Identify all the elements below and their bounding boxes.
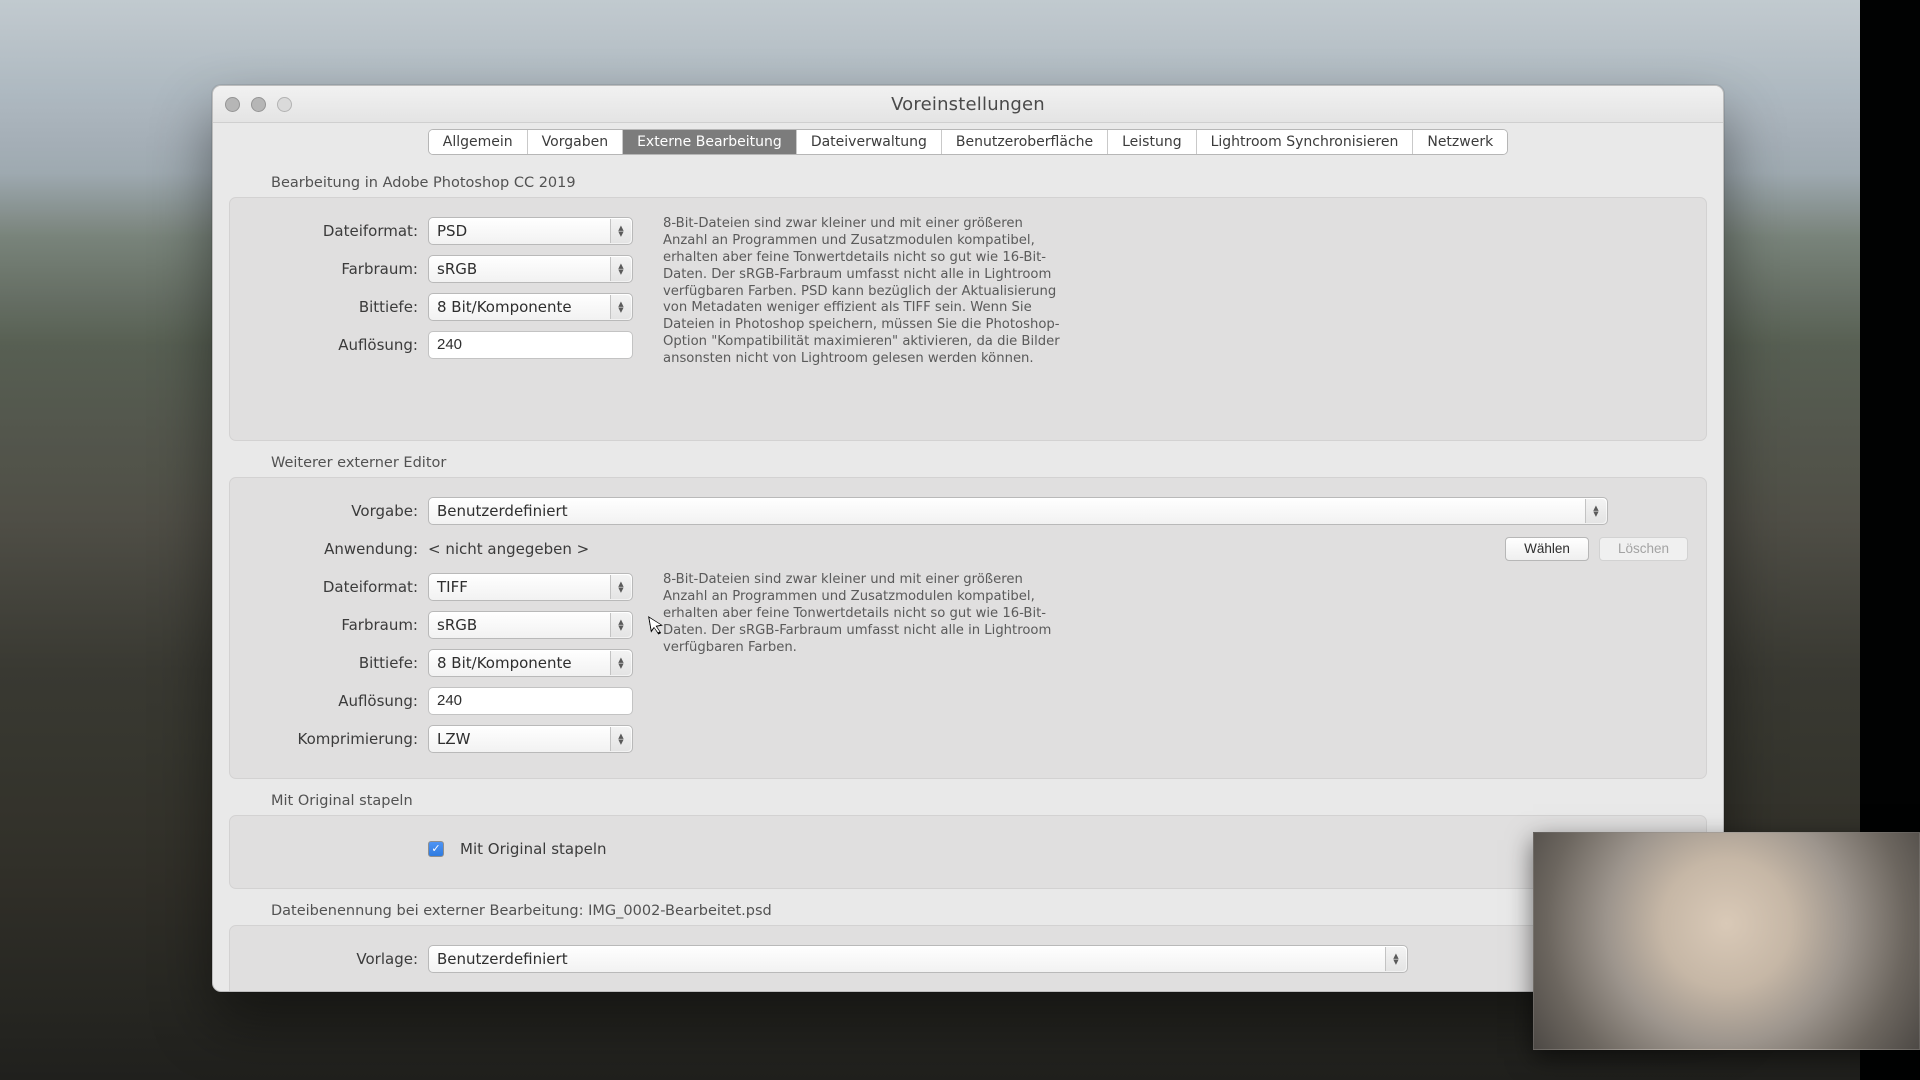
popup-bittiefe-1[interactable]: 8 Bit/Komponente ▲▼ (428, 293, 633, 321)
tab-vorgaben[interactable]: Vorgaben (528, 130, 623, 154)
preferences-window: Voreinstellungen Allgemein Vorgaben Exte… (212, 85, 1724, 992)
tab-netzwerk[interactable]: Netzwerk (1413, 130, 1507, 154)
chevron-updown-icon: ▲▼ (1585, 499, 1606, 523)
popup-bittiefe-2[interactable]: 8 Bit/Komponente ▲▼ (428, 649, 633, 677)
popup-farbraum-2-value: sRGB (437, 616, 477, 634)
popup-vorlage[interactable]: Benutzerdefiniert ▲▼ (428, 945, 1408, 973)
input-aufloesung-2[interactable] (428, 687, 633, 715)
traffic-lights (225, 86, 292, 122)
tabs-row: Allgemein Vorgaben Externe Bearbeitung D… (213, 123, 1723, 161)
popup-vorgabe[interactable]: Benutzerdefiniert ▲▼ (428, 497, 1608, 525)
label-vorgabe: Vorgabe: (248, 502, 418, 520)
popup-farbraum-2[interactable]: sRGB ▲▼ (428, 611, 633, 639)
value-anwendung: < nicht angegeben > (428, 540, 1495, 558)
popup-bittiefe-2-value: 8 Bit/Komponente (437, 654, 572, 672)
close-icon[interactable] (225, 97, 240, 112)
chevron-updown-icon: ▲▼ (1385, 947, 1406, 971)
minimize-icon[interactable] (251, 97, 266, 112)
chevron-updown-icon: ▲▼ (610, 727, 631, 751)
chevron-updown-icon: ▲▼ (610, 257, 631, 281)
label-custom-text: Benutzerdefinierter Text: (248, 989, 440, 991)
tab-benutzeroberflaeche[interactable]: Benutzeroberfläche (942, 130, 1108, 154)
label-farbraum-1: Farbraum: (248, 260, 418, 278)
section2-help: 8-Bit-Dateien sind zwar kleiner und mit … (663, 570, 1068, 760)
popup-dateiformat-2[interactable]: TIFF ▲▼ (428, 573, 633, 601)
popup-dateiformat-1-value: PSD (437, 222, 467, 240)
button-waehlen[interactable]: Wählen (1505, 537, 1589, 561)
popup-farbraum-1-value: sRGB (437, 260, 477, 278)
section3-panel: ✓ Mit Original stapeln (229, 815, 1707, 889)
input-aufloesung-1[interactable] (428, 331, 633, 359)
webcam-overlay (1533, 832, 1920, 1050)
label-farbraum-2: Farbraum: (248, 616, 418, 634)
popup-dateiformat-1[interactable]: PSD ▲▼ (428, 217, 633, 245)
popup-komprimierung-value: LZW (437, 730, 470, 748)
label-anwendung: Anwendung: (248, 540, 418, 558)
label-aufloesung-2: Auflösung: (248, 692, 418, 710)
window-titlebar: Voreinstellungen (213, 86, 1723, 123)
label-bittiefe-2: Bittiefe: (248, 654, 418, 672)
section2-title: Weiterer externer Editor (271, 455, 1707, 471)
section4-panel: Vorlage: Benutzerdefiniert ▲▼ Benutzerde… (229, 925, 1707, 991)
button-loeschen: Löschen (1599, 537, 1688, 561)
label-aufloesung-1: Auflösung: (248, 336, 418, 354)
label-komprimierung: Komprimierung: (248, 730, 418, 748)
checkbox-stack-original-label: Mit Original stapeln (460, 840, 607, 858)
section1-panel: Dateiformat: PSD ▲▼ Farbraum: sRGB ▲▼ (229, 197, 1707, 441)
popup-vorlage-value: Benutzerdefiniert (437, 950, 568, 968)
section4-title: Dateibenennung bei externer Bearbeitung:… (271, 903, 1707, 919)
section1-title: Bearbeitung in Adobe Photoshop CC 2019 (271, 175, 1707, 191)
checkbox-stack-original[interactable]: ✓ (428, 841, 444, 857)
tab-leistung[interactable]: Leistung (1108, 130, 1196, 154)
chevron-updown-icon: ▲▼ (610, 295, 631, 319)
tabs-segmented: Allgemein Vorgaben Externe Bearbeitung D… (428, 129, 1508, 155)
maximize-icon[interactable] (277, 97, 292, 112)
tab-lightroom-sync[interactable]: Lightroom Synchronisieren (1197, 130, 1414, 154)
popup-dateiformat-2-value: TIFF (437, 578, 468, 596)
label-dateiformat-1: Dateiformat: (248, 222, 418, 240)
chevron-updown-icon: ▲▼ (610, 613, 631, 637)
section2-panel: Vorgabe: Benutzerdefiniert ▲▼ Anwendung:… (229, 477, 1707, 779)
content-area: Bearbeitung in Adobe Photoshop CC 2019 D… (213, 161, 1723, 991)
section3-title: Mit Original stapeln (271, 793, 1707, 809)
tab-allgemein[interactable]: Allgemein (429, 130, 528, 154)
popup-komprimierung[interactable]: LZW ▲▼ (428, 725, 633, 753)
popup-bittiefe-1-value: 8 Bit/Komponente (437, 298, 572, 316)
label-vorlage: Vorlage: (248, 950, 418, 968)
label-dateiformat-2: Dateiformat: (248, 578, 418, 596)
popup-farbraum-1[interactable]: sRGB ▲▼ (428, 255, 633, 283)
popup-vorgabe-value: Benutzerdefiniert (437, 502, 568, 520)
tab-dateiverwaltung[interactable]: Dateiverwaltung (797, 130, 942, 154)
tab-externe-bearbeitung[interactable]: Externe Bearbeitung (623, 130, 797, 154)
chevron-updown-icon: ▲▼ (610, 219, 631, 243)
window-title: Voreinstellungen (891, 94, 1045, 115)
label-bittiefe-1: Bittiefe: (248, 298, 418, 316)
section1-help: 8-Bit-Dateien sind zwar kleiner und mit … (663, 214, 1068, 368)
chevron-updown-icon: ▲▼ (610, 575, 631, 599)
chevron-updown-icon: ▲▼ (610, 651, 631, 675)
